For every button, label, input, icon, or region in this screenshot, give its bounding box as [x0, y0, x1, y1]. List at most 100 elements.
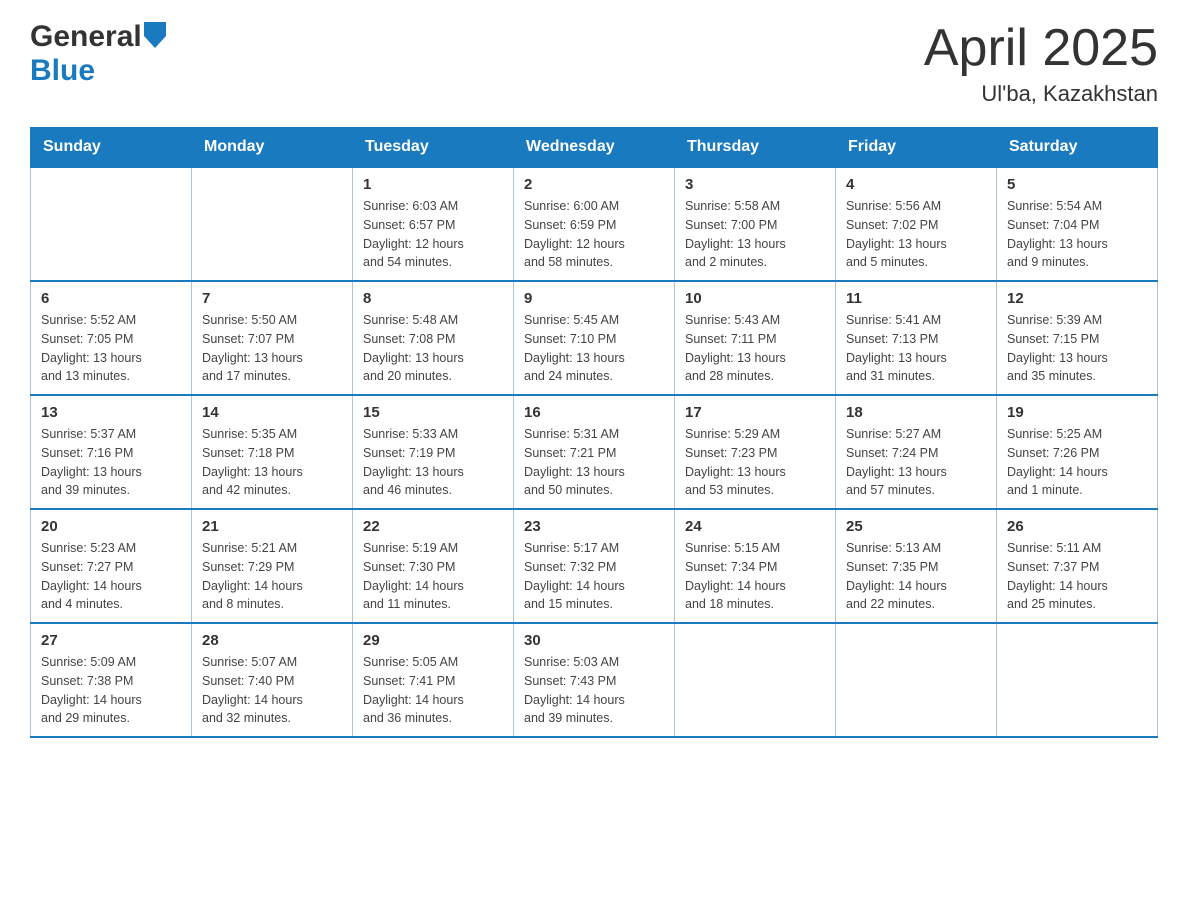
calendar-table: SundayMondayTuesdayWednesdayThursdayFrid…: [30, 127, 1158, 738]
day-info: Sunrise: 5:23 AM Sunset: 7:27 PM Dayligh…: [41, 539, 181, 614]
day-info: Sunrise: 5:13 AM Sunset: 7:35 PM Dayligh…: [846, 539, 986, 614]
day-info: Sunrise: 5:11 AM Sunset: 7:37 PM Dayligh…: [1007, 539, 1147, 614]
weekday-header-friday: Friday: [836, 128, 997, 168]
calendar-cell: 22 Sunrise: 5:19 AM Sunset: 7:30 PM Dayli…: [353, 509, 514, 623]
day-number: 3: [685, 176, 825, 193]
day-info: Sunrise: 5:56 AM Sunset: 7:02 PM Dayligh…: [846, 197, 986, 272]
calendar-cell: 18 Sunrise: 5:27 AM Sunset: 7:24 PM Dayli…: [836, 395, 997, 509]
day-info: Sunrise: 5:09 AM Sunset: 7:38 PM Dayligh…: [41, 653, 181, 728]
day-info: Sunrise: 5:17 AM Sunset: 7:32 PM Dayligh…: [524, 539, 664, 614]
calendar-cell: [675, 623, 836, 737]
day-number: 18: [846, 404, 986, 421]
calendar-cell: 13Sunrise: 5:37 AM Sunset: 7:16 PM Dayli…: [31, 395, 192, 509]
day-info: Sunrise: 5:41 AM Sunset: 7:13 PM Dayligh…: [846, 311, 986, 386]
page-subtitle: Ul'ba, Kazakhstan: [924, 81, 1158, 107]
day-number: 29: [363, 632, 503, 649]
calendar-header-row: SundayMondayTuesdayWednesdayThursdayFrid…: [31, 128, 1158, 168]
calendar-cell: 14Sunrise: 5:35 AM Sunset: 7:18 PM Dayli…: [192, 395, 353, 509]
weekday-header-saturday: Saturday: [997, 128, 1158, 168]
day-info: Sunrise: 6:00 AM Sunset: 6:59 PM Dayligh…: [524, 197, 664, 272]
calendar-cell: 11Sunrise: 5:41 AM Sunset: 7:13 PM Dayli…: [836, 281, 997, 395]
day-number: 16: [524, 404, 664, 421]
calendar-cell: [31, 167, 192, 281]
day-info: Sunrise: 5:07 AM Sunset: 7:40 PM Dayligh…: [202, 653, 342, 728]
calendar-week-row: 1 Sunrise: 6:03 AM Sunset: 6:57 PM Daylig…: [31, 167, 1158, 281]
day-number: 4: [846, 176, 986, 193]
day-number: 13: [41, 404, 181, 421]
day-number: 6: [41, 290, 181, 307]
calendar-cell: 3Sunrise: 5:58 AM Sunset: 7:00 PM Daylig…: [675, 167, 836, 281]
calendar-week-row: 20Sunrise: 5:23 AM Sunset: 7:27 PM Dayli…: [31, 509, 1158, 623]
day-info: Sunrise: 5:35 AM Sunset: 7:18 PM Dayligh…: [202, 425, 342, 500]
calendar-cell: 17 Sunrise: 5:29 AM Sunset: 7:23 PM Dayli…: [675, 395, 836, 509]
day-number: 22: [363, 518, 503, 535]
calendar-cell: 5Sunrise: 5:54 AM Sunset: 7:04 PM Daylig…: [997, 167, 1158, 281]
day-info: Sunrise: 5:29 AM Sunset: 7:23 PM Dayligh…: [685, 425, 825, 500]
calendar-cell: 26 Sunrise: 5:11 AM Sunset: 7:37 PM Dayli…: [997, 509, 1158, 623]
calendar-cell: 9 Sunrise: 5:45 AM Sunset: 7:10 PM Daylig…: [514, 281, 675, 395]
title-block: April 2025 Ul'ba, Kazakhstan: [924, 20, 1158, 107]
day-info: Sunrise: 5:52 AM Sunset: 7:05 PM Dayligh…: [41, 311, 181, 386]
day-number: 19: [1007, 404, 1147, 421]
weekday-header-tuesday: Tuesday: [353, 128, 514, 168]
calendar-cell: 21 Sunrise: 5:21 AM Sunset: 7:29 PM Dayli…: [192, 509, 353, 623]
logo: General Blue: [30, 20, 166, 88]
calendar-cell: 4 Sunrise: 5:56 AM Sunset: 7:02 PM Daylig…: [836, 167, 997, 281]
day-info: Sunrise: 5:21 AM Sunset: 7:29 PM Dayligh…: [202, 539, 342, 614]
day-number: 23: [524, 518, 664, 535]
weekday-header-thursday: Thursday: [675, 128, 836, 168]
calendar-cell: [997, 623, 1158, 737]
logo-general-text: General: [30, 20, 142, 54]
day-info: Sunrise: 5:31 AM Sunset: 7:21 PM Dayligh…: [524, 425, 664, 500]
day-info: Sunrise: 6:03 AM Sunset: 6:57 PM Dayligh…: [363, 197, 503, 272]
calendar-cell: 6 Sunrise: 5:52 AM Sunset: 7:05 PM Daylig…: [31, 281, 192, 395]
calendar-cell: 1 Sunrise: 6:03 AM Sunset: 6:57 PM Daylig…: [353, 167, 514, 281]
page-title: April 2025: [924, 20, 1158, 77]
day-info: Sunrise: 5:43 AM Sunset: 7:11 PM Dayligh…: [685, 311, 825, 386]
calendar-cell: 7Sunrise: 5:50 AM Sunset: 7:07 PM Daylig…: [192, 281, 353, 395]
day-info: Sunrise: 5:33 AM Sunset: 7:19 PM Dayligh…: [363, 425, 503, 500]
calendar-cell: 15Sunrise: 5:33 AM Sunset: 7:19 PM Dayli…: [353, 395, 514, 509]
day-number: 10: [685, 290, 825, 307]
day-info: Sunrise: 5:25 AM Sunset: 7:26 PM Dayligh…: [1007, 425, 1147, 500]
calendar-cell: 24Sunrise: 5:15 AM Sunset: 7:34 PM Dayli…: [675, 509, 836, 623]
day-info: Sunrise: 5:45 AM Sunset: 7:10 PM Dayligh…: [524, 311, 664, 386]
day-info: Sunrise: 5:15 AM Sunset: 7:34 PM Dayligh…: [685, 539, 825, 614]
day-number: 25: [846, 518, 986, 535]
day-number: 28: [202, 632, 342, 649]
weekday-header-sunday: Sunday: [31, 128, 192, 168]
weekday-header-wednesday: Wednesday: [514, 128, 675, 168]
day-number: 5: [1007, 176, 1147, 193]
day-info: Sunrise: 5:50 AM Sunset: 7:07 PM Dayligh…: [202, 311, 342, 386]
day-number: 30: [524, 632, 664, 649]
calendar-week-row: 13Sunrise: 5:37 AM Sunset: 7:16 PM Dayli…: [31, 395, 1158, 509]
calendar-cell: 16 Sunrise: 5:31 AM Sunset: 7:21 PM Dayli…: [514, 395, 675, 509]
logo-flag-icon: [144, 22, 166, 48]
day-info: Sunrise: 5:27 AM Sunset: 7:24 PM Dayligh…: [846, 425, 986, 500]
day-number: 8: [363, 290, 503, 307]
calendar-cell: 28 Sunrise: 5:07 AM Sunset: 7:40 PM Dayli…: [192, 623, 353, 737]
day-info: Sunrise: 5:48 AM Sunset: 7:08 PM Dayligh…: [363, 311, 503, 386]
day-number: 9: [524, 290, 664, 307]
calendar-cell: 2 Sunrise: 6:00 AM Sunset: 6:59 PM Daylig…: [514, 167, 675, 281]
day-number: 21: [202, 518, 342, 535]
day-number: 12: [1007, 290, 1147, 307]
day-number: 1: [363, 176, 503, 193]
calendar-cell: 8 Sunrise: 5:48 AM Sunset: 7:08 PM Daylig…: [353, 281, 514, 395]
calendar-cell: 23 Sunrise: 5:17 AM Sunset: 7:32 PM Dayli…: [514, 509, 675, 623]
day-number: 17: [685, 404, 825, 421]
calendar-cell: 10 Sunrise: 5:43 AM Sunset: 7:11 PM Dayli…: [675, 281, 836, 395]
calendar-cell: 25 Sunrise: 5:13 AM Sunset: 7:35 PM Dayli…: [836, 509, 997, 623]
day-number: 2: [524, 176, 664, 193]
calendar-week-row: 27Sunrise: 5:09 AM Sunset: 7:38 PM Dayli…: [31, 623, 1158, 737]
day-info: Sunrise: 5:19 AM Sunset: 7:30 PM Dayligh…: [363, 539, 503, 614]
calendar-cell: 30 Sunrise: 5:03 AM Sunset: 7:43 PM Dayli…: [514, 623, 675, 737]
day-info: Sunrise: 5:39 AM Sunset: 7:15 PM Dayligh…: [1007, 311, 1147, 386]
day-number: 26: [1007, 518, 1147, 535]
calendar-cell: 27Sunrise: 5:09 AM Sunset: 7:38 PM Dayli…: [31, 623, 192, 737]
logo-blue-text: Blue: [30, 54, 95, 87]
calendar-cell: 12 Sunrise: 5:39 AM Sunset: 7:15 PM Dayli…: [997, 281, 1158, 395]
calendar-cell: 20Sunrise: 5:23 AM Sunset: 7:27 PM Dayli…: [31, 509, 192, 623]
day-info: Sunrise: 5:03 AM Sunset: 7:43 PM Dayligh…: [524, 653, 664, 728]
calendar-cell: 19 Sunrise: 5:25 AM Sunset: 7:26 PM Dayli…: [997, 395, 1158, 509]
